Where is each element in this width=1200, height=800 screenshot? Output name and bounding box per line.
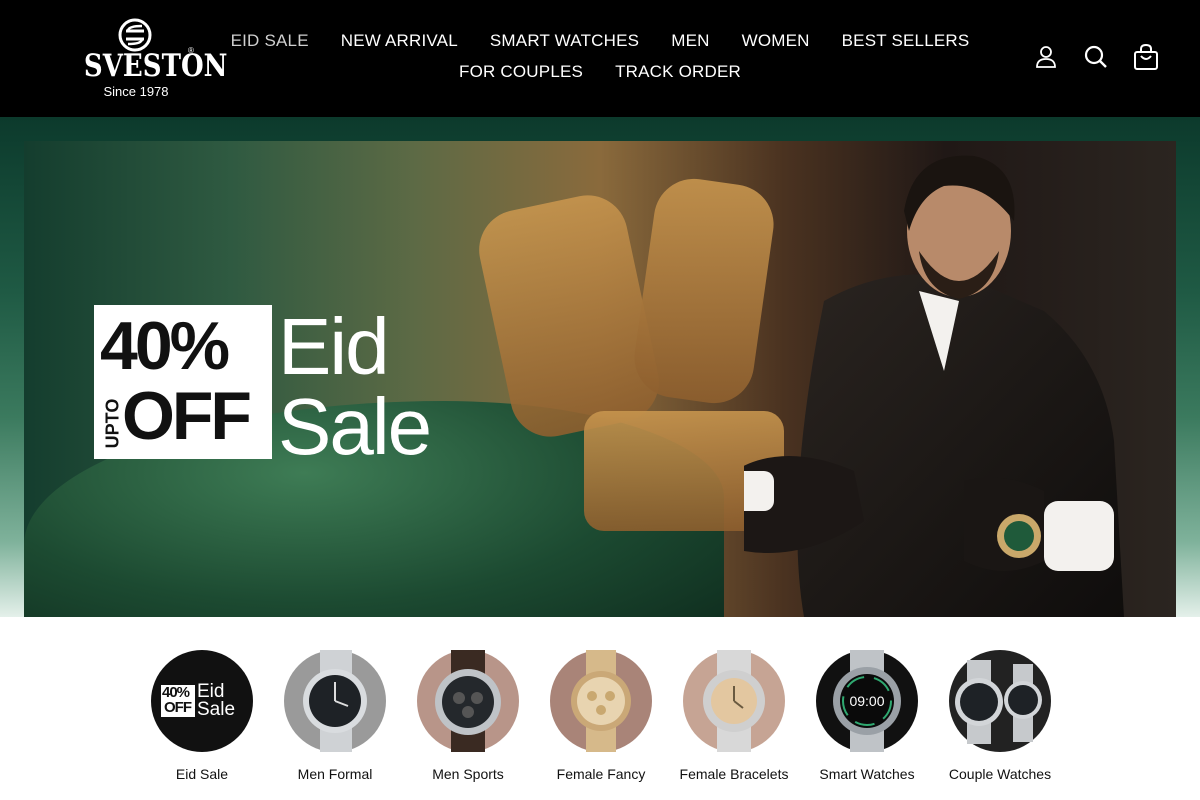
model-image [744,155,1124,617]
watch-icon [955,660,1042,744]
thumb-badge: 40% OFF [161,685,195,717]
header-actions [1032,42,1160,72]
nav-new-arrival[interactable]: NEW ARRIVAL [325,30,474,51]
registered-mark: ® [188,46,194,55]
nav-row-1: EID SALE NEW ARRIVAL SMART WATCHES MEN W… [231,30,970,51]
female-fancy-thumbnail [550,646,652,756]
category-label: Eid Sale [175,766,229,782]
category-label: Female Fancy [556,766,646,782]
discount-badge: 40% OFF UPTO [94,305,272,459]
category-men-formal[interactable]: Men Formal [269,646,401,782]
nav-women[interactable]: WOMEN [726,30,826,51]
category-label: Men Formal [297,766,373,782]
category-men-sports[interactable]: Men Sports [402,646,534,782]
watch-icon [435,646,501,756]
smartwatch-time: 09:00 [849,693,885,709]
logo-s-mark-icon [118,18,152,52]
men-sports-thumbnail [417,646,519,756]
nav-eid-sale[interactable]: EID SALE [215,30,325,51]
category-label: Female Bracelets [679,766,789,782]
nav-smart-watches[interactable]: SMART WATCHES [474,30,655,51]
category-female-fancy[interactable]: Female Fancy [535,646,667,782]
female-bracelets-thumbnail [683,646,785,756]
hero-title-sale: Sale [278,382,432,471]
category-female-bracelets[interactable]: Female Bracelets [668,646,800,782]
nav-track-order[interactable]: TRACK ORDER [599,61,757,82]
hero-banner[interactable]: 40% OFF UPTO Eid Sale [24,141,1176,617]
discount-percent: 40% [100,308,230,384]
category-label: Smart Watches [819,766,915,782]
category-eid-sale[interactable]: 40% OFF Eid Sale Eid Sale [136,650,268,782]
discount-off: OFF [122,378,252,454]
category-label: Men Sports [432,766,504,782]
men-formal-thumbnail [284,646,386,756]
brand-tagline: Since 1978 [103,84,169,99]
nav-row-2: FOR COUPLES TRACK ORDER [240,61,960,82]
category-couple-watches[interactable]: Couple Watches [934,650,1066,782]
thumb-badge-off: OFF [164,699,192,716]
discount-upto: UPTO [102,398,123,449]
thumb-sale: Sale [197,699,236,720]
watch-icon [571,646,631,756]
watch-icon [703,646,765,756]
smart-watches-thumbnail: 09:00 [816,646,918,756]
account-icon[interactable] [1032,42,1060,72]
hero-title-eid: Eid [278,302,390,391]
brand-logo[interactable]: SVESTON ® Since 1978 [70,18,228,102]
watch-icon [303,646,367,756]
category-label: Couple Watches [948,766,1052,782]
category-strip: 40% OFF Eid Sale Eid Sale Men Formal Men [136,646,1066,782]
nav-men[interactable]: MEN [655,30,725,51]
site-header: SVESTON ® Since 1978 EID SALE NEW ARRIVA… [0,0,1200,117]
eid-sale-thumbnail: 40% OFF Eid Sale [151,650,253,752]
category-smart-watches[interactable]: 09:00 Smart Watches [801,646,933,782]
couple-watches-thumbnail [949,650,1051,752]
nav-best-sellers[interactable]: BEST SELLERS [826,30,986,51]
brand-name: SVESTON [83,48,228,84]
nav-for-couples[interactable]: FOR COUPLES [443,61,599,82]
search-icon[interactable] [1082,42,1110,72]
cart-icon[interactable] [1132,42,1160,72]
main-nav: EID SALE NEW ARRIVAL SMART WATCHES MEN W… [231,30,970,82]
